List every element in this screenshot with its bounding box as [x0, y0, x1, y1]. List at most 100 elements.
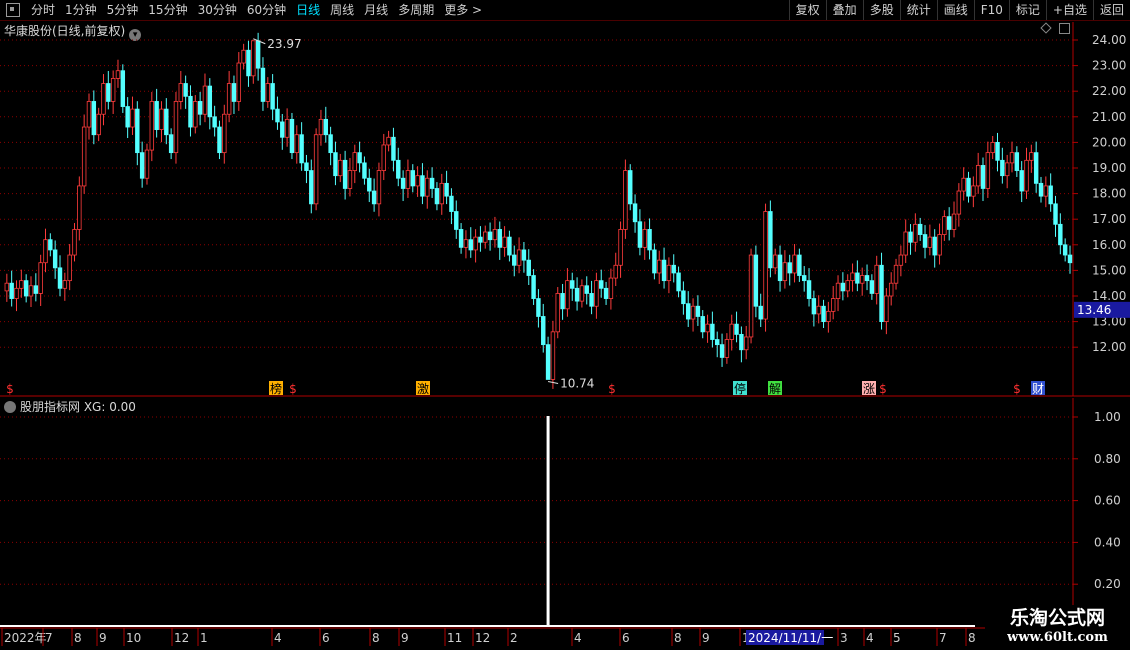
candle-body — [130, 108, 135, 128]
candle-body — [966, 177, 971, 197]
candle-body — [77, 185, 82, 230]
candle-body — [91, 101, 97, 136]
candle-body — [96, 113, 101, 136]
candle-body — [115, 70, 121, 79]
candle-body — [391, 136, 396, 161]
candle-body — [618, 229, 623, 266]
candle-body — [347, 170, 353, 189]
candle-body — [473, 236, 478, 251]
candle-body — [236, 62, 242, 102]
candle-body — [560, 293, 565, 310]
candle-body — [864, 275, 870, 282]
time-label: 10 — [126, 631, 141, 645]
candle-body — [265, 83, 271, 102]
candle-body — [724, 339, 730, 358]
candle-body — [961, 177, 966, 192]
kline-chart[interactable]: 24.0023.0022.0021.0020.0019.0018.0017.00… — [0, 0, 1130, 650]
candle-body — [154, 101, 159, 131]
candle-body — [483, 231, 488, 243]
time-label: 8 — [674, 631, 682, 645]
candle-body — [425, 177, 430, 197]
candle-body — [463, 239, 469, 248]
candle-body — [323, 118, 328, 136]
candle-body — [613, 264, 618, 279]
candle-body — [492, 229, 498, 241]
watermark-url: www.60lt.com — [1007, 630, 1108, 645]
candle-body — [81, 126, 87, 187]
candle-body — [874, 264, 879, 294]
candle-body — [608, 277, 614, 299]
candle-body — [38, 262, 43, 294]
candle-body — [193, 101, 198, 128]
time-label: 2022年 — [4, 631, 47, 645]
candle-body — [19, 280, 24, 289]
candle-body — [884, 295, 889, 323]
candle-body — [309, 170, 314, 205]
candle-body — [188, 95, 193, 128]
candle-body — [879, 264, 884, 322]
candle-body — [342, 159, 348, 189]
time-label: 9 — [401, 631, 409, 645]
candle-body — [908, 231, 913, 243]
candle-body — [657, 259, 662, 274]
high-price-label: 23.97 — [267, 37, 301, 51]
price-tick-label: 14.00 — [1092, 289, 1126, 303]
candle-body — [859, 275, 865, 284]
candle-body — [207, 85, 213, 118]
event-tags: $ 榜 $ 激 $ 停 解 涨 $ $ 财 — [6, 381, 1045, 396]
time-label: 2 — [510, 631, 518, 645]
candle-body — [1019, 170, 1024, 192]
candle-body — [400, 177, 406, 189]
candle-body — [695, 305, 701, 317]
candle-body — [144, 149, 150, 179]
candle-body — [1043, 185, 1049, 197]
candle-body — [956, 190, 962, 215]
candle-body — [367, 177, 372, 192]
candle-body — [995, 141, 1000, 161]
candle-body — [729, 323, 734, 340]
candle-body — [541, 316, 546, 346]
candle-body — [521, 249, 527, 261]
candle-body — [125, 106, 130, 128]
candle-body — [893, 264, 899, 284]
event-tag: $ — [879, 382, 887, 396]
time-axis: 2022年7 8 9 10 12 1 4 6 8 9 11 12 2 4 6 8 9 1 3 4 5 7 82024/11/… — [1, 628, 976, 646]
candle-body — [555, 293, 560, 333]
candle-body — [338, 159, 343, 177]
candle-body — [855, 272, 860, 284]
event-tag: $ — [289, 382, 297, 396]
candle-body — [1000, 159, 1005, 177]
candle-body — [72, 229, 77, 256]
time-cursor-label: 2024/11/11/一 — [748, 631, 833, 645]
time-label: 4 — [866, 631, 874, 645]
candle-body — [753, 254, 759, 307]
candle-body — [574, 287, 580, 302]
candle-body — [787, 262, 792, 274]
candle-body — [217, 126, 222, 154]
candle-body — [507, 236, 512, 256]
price-tick-label: 16.00 — [1092, 238, 1126, 252]
event-tag: 激 — [417, 382, 429, 396]
candle-body — [487, 231, 493, 241]
candle-body — [212, 116, 217, 128]
time-label: 6 — [622, 631, 630, 645]
price-tick-label: 18.00 — [1092, 187, 1126, 201]
candle-body — [806, 280, 812, 299]
candle-body — [1009, 152, 1015, 164]
candle-body — [371, 190, 377, 205]
candle-body — [690, 305, 696, 320]
indicator-ticks: 1.00 0.80 0.60 0.40 0.20 — [1073, 410, 1121, 591]
candle-body — [570, 280, 575, 289]
event-tag: 涨 — [863, 381, 875, 396]
candle-body — [681, 290, 686, 305]
candle-body — [835, 282, 841, 299]
candle-body — [980, 165, 986, 189]
candle-body — [178, 83, 184, 102]
candle-body — [734, 323, 739, 335]
candle-body — [57, 267, 63, 289]
candle-body — [67, 254, 72, 282]
candle-body — [628, 170, 633, 205]
candle-body — [985, 152, 991, 189]
time-label: 9 — [99, 631, 107, 645]
candle-body — [294, 134, 300, 154]
